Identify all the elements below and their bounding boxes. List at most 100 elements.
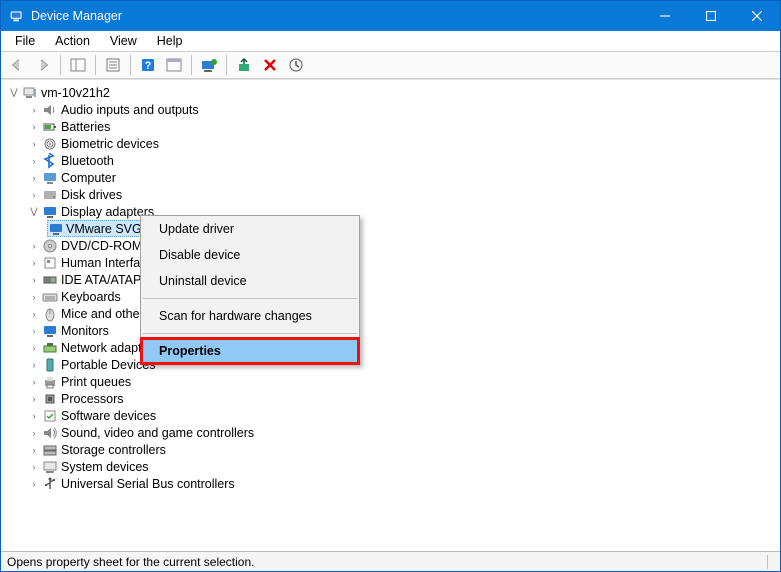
menu-separator (143, 333, 357, 334)
tree-category[interactable]: › Biometric devices (27, 135, 774, 152)
minimize-button[interactable] (642, 1, 688, 31)
category-label: Processors (61, 392, 124, 406)
expand-collapse-icon[interactable]: › (27, 154, 41, 168)
tree-category[interactable]: › System devices (27, 458, 774, 475)
context-menu-uninstall-device[interactable]: Uninstall device (141, 268, 359, 294)
back-button[interactable] (5, 53, 29, 77)
expand-collapse-icon[interactable]: › (27, 188, 41, 202)
menu-file[interactable]: File (5, 32, 45, 50)
app-icon (9, 8, 25, 24)
forward-button[interactable] (31, 53, 55, 77)
context-menu-update-driver[interactable]: Update driver (141, 216, 359, 242)
expand-collapse-icon[interactable]: › (27, 120, 41, 134)
update-driver-button[interactable] (197, 53, 221, 77)
expand-collapse-icon[interactable]: › (27, 171, 41, 185)
tree-category[interactable]: › Batteries (27, 118, 774, 135)
keyboard-icon (41, 289, 59, 305)
battery-icon (41, 119, 59, 135)
expand-collapse-icon[interactable]: › (27, 460, 41, 474)
category-label: Universal Serial Bus controllers (61, 477, 235, 491)
speaker-icon (41, 102, 59, 118)
help-button[interactable]: ? (136, 53, 160, 77)
expand-collapse-icon[interactable]: › (27, 103, 41, 117)
category-label: Sound, video and game controllers (61, 426, 254, 440)
computer-icon (21, 85, 39, 101)
device-tree[interactable]: ⋁ vm-10v21h2 › Audio inputs and outputs … (1, 79, 780, 551)
expand-collapse-icon[interactable]: › (27, 392, 41, 406)
menu-view[interactable]: View (100, 32, 147, 50)
expand-collapse-icon[interactable]: › (27, 137, 41, 151)
expand-collapse-icon[interactable]: › (27, 256, 41, 270)
show-hide-console-tree-button[interactable] (66, 53, 90, 77)
menu-separator (143, 298, 357, 299)
tree-category[interactable]: › Bluetooth (27, 152, 774, 169)
disk-icon (41, 187, 59, 203)
bluetooth-icon (41, 153, 59, 169)
tree-category[interactable]: › Audio inputs and outputs (27, 101, 774, 118)
context-menu: Update driverDisable deviceUninstall dev… (140, 215, 360, 365)
tree-category[interactable]: › Software devices (27, 407, 774, 424)
software-icon (41, 408, 59, 424)
sound-icon (41, 425, 59, 441)
tree-category[interactable]: › Sound, video and game controllers (27, 424, 774, 441)
monitor-icon (41, 323, 59, 339)
dvd-icon (41, 238, 59, 254)
category-label: Keyboards (61, 290, 121, 304)
expand-collapse-icon[interactable]: › (27, 307, 41, 321)
expand-collapse-icon[interactable]: › (27, 443, 41, 457)
maximize-button[interactable] (688, 1, 734, 31)
scan-hardware-button[interactable] (284, 53, 308, 77)
tree-category[interactable]: › Print queues (27, 373, 774, 390)
expand-collapse-icon[interactable]: › (27, 290, 41, 304)
network-icon (41, 340, 59, 356)
window-title: Device Manager (31, 9, 122, 23)
tree-category[interactable]: › Processors (27, 390, 774, 407)
category-label: Biometric devices (61, 137, 159, 151)
context-menu-properties[interactable]: Properties (141, 338, 359, 364)
monitor-icon (41, 204, 59, 220)
expand-collapse-icon[interactable]: › (27, 358, 41, 372)
expand-collapse-icon[interactable]: › (27, 409, 41, 423)
properties-button[interactable] (101, 53, 125, 77)
tree-category[interactable]: › Disk drives (27, 186, 774, 203)
system-icon (41, 459, 59, 475)
close-button[interactable] (734, 1, 780, 31)
menubar: File Action View Help (1, 31, 780, 51)
expand-collapse-icon[interactable]: › (27, 341, 41, 355)
statusbar: Opens property sheet for the current sel… (1, 551, 780, 571)
tree-root-node[interactable]: ⋁ vm-10v21h2 (7, 84, 774, 101)
expand-collapse-icon[interactable]: ⋁ (27, 205, 41, 219)
tree-category[interactable]: › Universal Serial Bus controllers (27, 475, 774, 492)
svg-text:?: ? (145, 60, 152, 72)
expand-collapse-icon[interactable]: › (27, 375, 41, 389)
tree-category[interactable]: › Storage controllers (27, 441, 774, 458)
menu-help[interactable]: Help (147, 32, 193, 50)
category-label: Software devices (61, 409, 156, 423)
menu-action[interactable]: Action (45, 32, 100, 50)
statusbar-text: Opens property sheet for the current sel… (7, 555, 266, 569)
category-label: Monitors (61, 324, 109, 338)
category-label: System devices (61, 460, 149, 474)
context-menu-disable-device[interactable]: Disable device (141, 242, 359, 268)
mouse-icon (41, 306, 59, 322)
action-toolbar-button[interactable] (162, 53, 186, 77)
enable-device-button[interactable] (232, 53, 256, 77)
portable-icon (41, 357, 59, 373)
category-label: Print queues (61, 375, 131, 389)
expand-collapse-icon[interactable]: › (27, 426, 41, 440)
titlebar: Device Manager (1, 1, 780, 31)
expand-collapse-icon[interactable]: › (27, 239, 41, 253)
tree-category[interactable]: › Computer (27, 169, 774, 186)
expand-collapse-icon[interactable]: › (27, 273, 41, 287)
expand-collapse-icon[interactable]: ⋁ (7, 86, 21, 100)
toolbar: ? (1, 51, 780, 79)
context-menu-scan-for-hardware-changes[interactable]: Scan for hardware changes (141, 303, 359, 329)
uninstall-device-button[interactable] (258, 53, 282, 77)
expand-collapse-icon[interactable]: › (27, 477, 41, 491)
computer-icon (41, 170, 59, 186)
hid-icon (41, 255, 59, 271)
root-label: vm-10v21h2 (41, 86, 110, 100)
expand-collapse-icon[interactable]: › (27, 324, 41, 338)
category-label: Storage controllers (61, 443, 166, 457)
ide-icon (41, 272, 59, 288)
